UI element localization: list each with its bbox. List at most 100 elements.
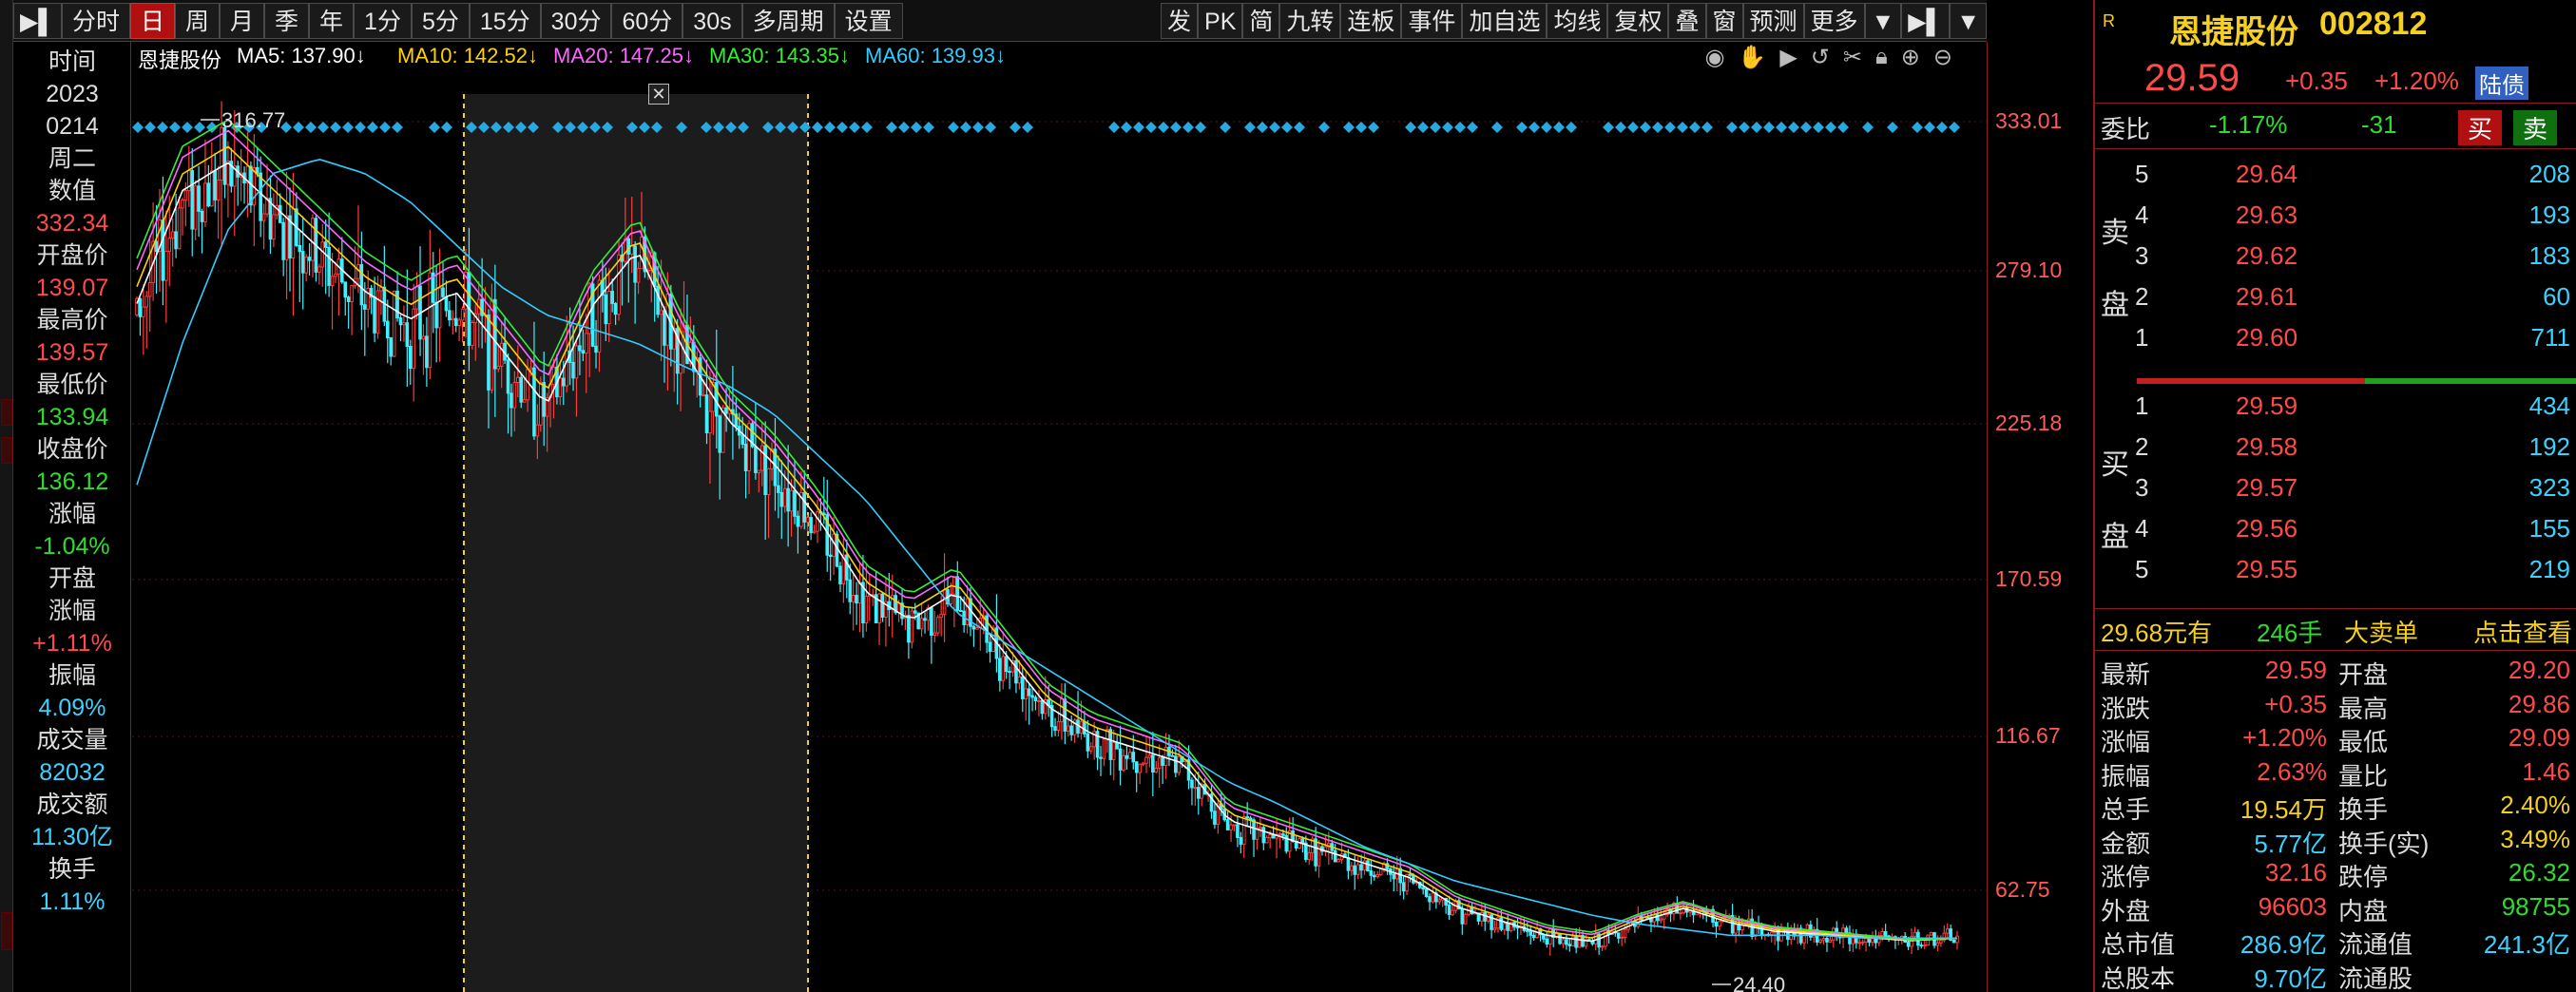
- event-diamond: [1343, 122, 1355, 133]
- edge-tab[interactable]: [1, 437, 12, 464]
- candle-body: [578, 345, 582, 352]
- event-diamond: [1158, 122, 1169, 133]
- period-tab[interactable]: 分时: [61, 3, 130, 39]
- toolbar-action[interactable]: 更多: [1803, 3, 1865, 39]
- candle-body: [855, 595, 858, 604]
- candle-body: [1037, 699, 1041, 702]
- period-tab[interactable]: 设置: [834, 3, 903, 39]
- event-diamond: [1355, 122, 1367, 133]
- toolbar-action[interactable]: 复权: [1607, 3, 1669, 39]
- candle-body: [1616, 932, 1621, 939]
- undo-icon[interactable]: ↺: [1811, 44, 1830, 71]
- toolbar-action[interactable]: 叠: [1668, 3, 1706, 39]
- play-icon[interactable]: ▶: [1779, 44, 1797, 71]
- candle-body: [812, 530, 817, 534]
- candle-body: [708, 410, 712, 434]
- candle-body: [958, 610, 963, 613]
- candle-body: [1241, 816, 1246, 845]
- buy-button[interactable]: 买: [2458, 110, 2503, 145]
- candle-body: [1825, 938, 1829, 943]
- hand-icon[interactable]: ✋: [1738, 44, 1766, 71]
- period-tab[interactable]: 60分: [611, 3, 683, 39]
- toolbar-action[interactable]: 简: [1242, 3, 1280, 39]
- event-diamond: [1541, 122, 1552, 133]
- stat-label: 总手: [2101, 795, 2151, 824]
- lock-icon[interactable]: 🔒︎: [1875, 44, 1888, 71]
- candle-body: [975, 626, 979, 630]
- candle-body: [1174, 755, 1178, 773]
- period-tab[interactable]: 年: [309, 3, 355, 39]
- candle-body: [1033, 696, 1038, 702]
- toolbar-action[interactable]: 连板: [1340, 3, 1402, 39]
- event-diamond: [1615, 122, 1626, 133]
- book-price: 29.55: [2236, 555, 2298, 583]
- period-tab[interactable]: 5分: [411, 3, 470, 39]
- eye-icon[interactable]: ◉: [1704, 44, 1724, 71]
- high-value: 139.57: [35, 339, 109, 366]
- zoom-out-icon[interactable]: ⊖: [1933, 44, 1952, 71]
- candle-body: [213, 170, 218, 200]
- sell-button[interactable]: 卖: [2513, 110, 2558, 145]
- edge-scroll[interactable]: [1, 912, 12, 950]
- bigorder-link[interactable]: 点击查看: [2473, 614, 2572, 649]
- stat-value: 96603: [2258, 891, 2327, 921]
- candle-body: [1021, 676, 1025, 699]
- toolbar-action[interactable]: 预测: [1742, 3, 1804, 39]
- candle-body: [183, 190, 188, 200]
- candle-body: [656, 285, 660, 315]
- period-tab[interactable]: 季: [264, 3, 310, 39]
- toolbar-action[interactable]: 窗: [1705, 3, 1743, 39]
- kline-chart[interactable]: 恩捷股份 MA5: 137.90↓ MA10: 142.52↓ MA20: 147.…: [132, 42, 1987, 992]
- selection-close-icon[interactable]: ✕: [648, 84, 669, 105]
- candle-body: [896, 602, 901, 614]
- bigorder-price: 29.68元有: [2101, 619, 2213, 647]
- kline-svg: [132, 94, 1987, 992]
- candle-body: [857, 582, 862, 604]
- period-tab[interactable]: 15分: [469, 3, 541, 39]
- zoom-in-icon[interactable]: ⊕: [1901, 44, 1920, 71]
- period-tab[interactable]: 周: [174, 3, 220, 39]
- candle-body: [291, 208, 296, 259]
- candle-body: [1355, 864, 1360, 875]
- stat-value: 241.3亿: [2483, 930, 2570, 959]
- candle-body: [571, 361, 575, 379]
- candle-body: [457, 319, 461, 327]
- period-tab[interactable]: 30s: [682, 3, 742, 39]
- expand-panel-icon[interactable]: ▶▌: [1901, 3, 1951, 39]
- candle-body: [1542, 934, 1546, 940]
- toolbar-action[interactable]: 九转: [1279, 3, 1341, 39]
- dropdown-arrow-icon[interactable]: ▼: [1864, 3, 1902, 39]
- toolbar-action[interactable]: 事件: [1401, 3, 1463, 39]
- toolbar-action[interactable]: 均线: [1547, 3, 1608, 39]
- lugu-tag[interactable]: 陆债: [2475, 67, 2528, 100]
- toolbar-action[interactable]: 发: [1161, 3, 1199, 39]
- toolbar-action[interactable]: PK: [1198, 3, 1243, 39]
- collapse-icon[interactable]: ▶▌: [13, 3, 62, 39]
- period-tab[interactable]: 日: [129, 3, 175, 39]
- open-chg-value: +1.11%: [32, 630, 112, 657]
- menu-arrow-icon[interactable]: ▼: [1950, 3, 1987, 39]
- candle-body: [1652, 914, 1657, 923]
- period-tab[interactable]: 月: [220, 3, 265, 39]
- candle-body: [558, 377, 563, 398]
- buy-side-label-2: 盘: [2101, 522, 2129, 553]
- toolbar-action[interactable]: 加自选: [1462, 3, 1548, 39]
- candle-body: [561, 377, 566, 387]
- period-tab[interactable]: 30分: [540, 3, 612, 39]
- period-tab[interactable]: 1分: [354, 3, 412, 39]
- period-tab[interactable]: 多周期: [741, 3, 835, 39]
- candle-body: [1600, 945, 1605, 948]
- candle-body: [138, 297, 143, 317]
- candle-body: [1066, 725, 1070, 732]
- candle-body: [629, 245, 634, 255]
- candle-body: [1157, 757, 1162, 769]
- edge-tab[interactable]: [1, 399, 12, 426]
- event-diamond: [1677, 122, 1688, 133]
- candle-body: [1307, 851, 1312, 860]
- cut-icon[interactable]: ✂: [1843, 44, 1862, 71]
- candle-body: [1259, 827, 1262, 830]
- candle-body: [522, 399, 527, 403]
- candle-body: [278, 204, 282, 223]
- candle-body: [1232, 824, 1237, 827]
